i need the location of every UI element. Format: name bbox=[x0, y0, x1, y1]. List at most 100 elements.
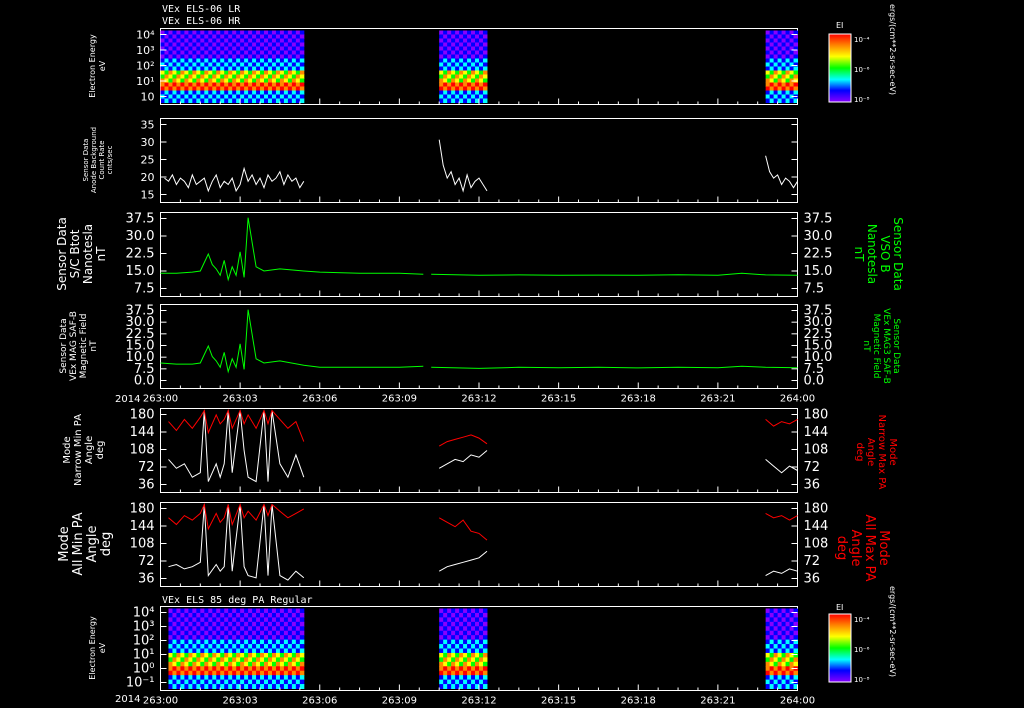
heatmap-cell-els-lr-hr bbox=[777, 98, 783, 103]
heatmap-cell-els-85pa bbox=[279, 652, 285, 658]
heatmap-cell-els-lr-hr bbox=[168, 86, 173, 91]
heatmap-cell-els-85pa bbox=[192, 675, 197, 681]
heatmap-cell-els-85pa bbox=[188, 621, 193, 627]
heatmap-cell-els-85pa bbox=[785, 608, 791, 614]
heatmap-cell-els-lr-hr bbox=[443, 74, 448, 79]
heatmap-cell-els-lr-hr bbox=[475, 34, 480, 39]
heatmap-cell-els-85pa bbox=[204, 608, 209, 614]
heatmap-cell-els-lr-hr bbox=[463, 54, 468, 59]
heatmap-cell-els-lr-hr bbox=[244, 46, 249, 51]
heatmap-cell-els-lr-hr bbox=[271, 70, 277, 75]
heatmap-cell-els-85pa bbox=[228, 639, 233, 645]
heatmap-cell-els-85pa bbox=[267, 657, 273, 663]
heatmap-cell-els-lr-hr bbox=[479, 42, 484, 47]
heatmap-cell-els-85pa bbox=[188, 679, 193, 685]
heatmap-cell-els-lr-hr bbox=[295, 78, 301, 83]
heatmap-cell-els-85pa bbox=[240, 648, 245, 654]
heatmap-cell-els-85pa bbox=[439, 621, 444, 627]
heatmap-cell-els-lr-hr bbox=[295, 58, 301, 63]
heatmap-cell-els-85pa bbox=[283, 621, 289, 627]
heatmap-cell-els-lr-hr bbox=[482, 94, 488, 99]
heatmap-cell-els-85pa bbox=[228, 657, 233, 663]
heatmap-cell-els-lr-hr bbox=[220, 70, 225, 75]
heatmap-cell-els-lr-hr bbox=[196, 86, 201, 91]
heatmap-cell-els-85pa bbox=[777, 612, 783, 618]
heatmap-cell-els-lr-hr bbox=[283, 54, 289, 59]
heatmap-cell-els-85pa bbox=[220, 679, 225, 685]
heatmap-cell-els-lr-hr bbox=[160, 62, 165, 67]
heatmap-cell-els-85pa bbox=[188, 639, 193, 645]
heatmap-cell-els-85pa bbox=[216, 608, 221, 614]
heatmap-cell-els-lr-hr bbox=[443, 94, 448, 99]
heatmap-cell-els-85pa bbox=[188, 617, 193, 623]
ytick-label-right-all-pa-4: 36 bbox=[804, 572, 821, 587]
heatmap-cell-els-85pa bbox=[248, 617, 253, 623]
heatmap-cell-els-lr-hr bbox=[271, 66, 277, 71]
heatmap-cell-els-lr-hr bbox=[208, 82, 213, 87]
heatmap-cell-els-85pa bbox=[765, 666, 771, 672]
heatmap-cell-els-85pa bbox=[447, 621, 452, 627]
heatmap-cell-els-85pa bbox=[256, 648, 261, 654]
heatmap-cell-els-85pa bbox=[443, 666, 448, 672]
heatmap-cell-els-lr-hr bbox=[765, 74, 771, 79]
ylabel-narrow-pa-line3: Angle bbox=[84, 436, 95, 464]
heatmap-cell-els-lr-hr bbox=[455, 82, 460, 87]
heatmap-cell-els-85pa bbox=[283, 612, 289, 618]
xtick-label-mid-6: 263:18 bbox=[621, 394, 656, 405]
heatmap-cell-els-lr-hr bbox=[451, 94, 456, 99]
heatmap-cell-els-lr-hr bbox=[244, 74, 249, 79]
heatmap-cell-els-lr-hr bbox=[777, 42, 783, 47]
heatmap-cell-els-85pa bbox=[785, 626, 791, 632]
heatmap-cell-els-85pa bbox=[439, 612, 444, 618]
heatmap-cell-els-85pa bbox=[248, 661, 253, 667]
heatmap-cell-els-lr-hr bbox=[781, 78, 787, 83]
heatmap-cell-els-lr-hr bbox=[216, 30, 221, 35]
heatmap-cell-els-lr-hr bbox=[180, 90, 185, 95]
heatmap-cell-els-85pa bbox=[467, 630, 472, 636]
heatmap-cell-els-lr-hr bbox=[443, 38, 448, 43]
heatmap-cell-els-85pa bbox=[295, 666, 301, 672]
heatmap-cell-els-85pa bbox=[212, 675, 217, 681]
heatmap-cell-els-lr-hr bbox=[224, 94, 229, 99]
heatmap-cell-els-85pa bbox=[168, 630, 173, 636]
heatmap-cell-els-lr-hr bbox=[212, 78, 217, 83]
heatmap-cell-els-lr-hr bbox=[439, 54, 444, 59]
heatmap-cell-els-85pa bbox=[793, 630, 798, 636]
heatmap-cell-els-lr-hr bbox=[224, 66, 229, 71]
heatmap-cell-els-85pa bbox=[275, 608, 281, 614]
heatmap-cell-els-lr-hr bbox=[256, 58, 261, 63]
heatmap-cell-els-85pa bbox=[180, 670, 185, 676]
heatmap-cell-els-lr-hr bbox=[224, 86, 229, 91]
ytick-label-els-lr-hr-1: 10³ bbox=[136, 44, 154, 57]
heatmap-cell-els-85pa bbox=[482, 666, 488, 672]
heatmap-cell-els-lr-hr bbox=[475, 58, 480, 63]
heatmap-cell-els-85pa bbox=[224, 621, 229, 627]
heatmap-cell-els-85pa bbox=[228, 635, 233, 641]
ylabel-mag-line1: Sensor Data bbox=[59, 318, 69, 373]
heatmap-cell-els-lr-hr bbox=[769, 94, 775, 99]
heatmap-cell-els-lr-hr bbox=[291, 78, 297, 83]
heatmap-cell-els-85pa bbox=[295, 652, 301, 658]
heatmap-cell-els-85pa bbox=[769, 626, 775, 632]
heatmap-cell-els-85pa bbox=[168, 684, 173, 689]
heatmap-cell-els-85pa bbox=[180, 652, 185, 658]
heatmap-cell-els-lr-hr bbox=[252, 46, 257, 51]
heatmap-cell-els-lr-hr bbox=[459, 74, 464, 79]
heatmap-cell-els-lr-hr bbox=[216, 34, 221, 39]
heatmap-cell-els-lr-hr bbox=[188, 34, 193, 39]
heatmap-cell-els-85pa bbox=[287, 675, 293, 681]
heatmap-cell-els-85pa bbox=[176, 666, 181, 672]
heatmap-cell-els-85pa bbox=[232, 617, 237, 623]
heatmap-cell-els-85pa bbox=[463, 652, 468, 658]
heatmap-cell-els-lr-hr bbox=[777, 90, 783, 95]
heatmap-cell-els-85pa bbox=[216, 670, 221, 676]
heatmap-cell-els-85pa bbox=[196, 644, 201, 649]
heatmap-cell-els-lr-hr bbox=[244, 94, 249, 99]
heatmap-cell-els-85pa bbox=[299, 670, 305, 676]
heatmap-cell-els-85pa bbox=[275, 635, 281, 641]
heatmap-cell-els-85pa bbox=[184, 639, 189, 645]
heatmap-cell-els-85pa bbox=[482, 621, 488, 627]
heatmap-cell-els-85pa bbox=[264, 661, 269, 667]
heatmap-cell-els-lr-hr bbox=[287, 42, 293, 47]
heatmap-cell-els-lr-hr bbox=[244, 34, 249, 39]
